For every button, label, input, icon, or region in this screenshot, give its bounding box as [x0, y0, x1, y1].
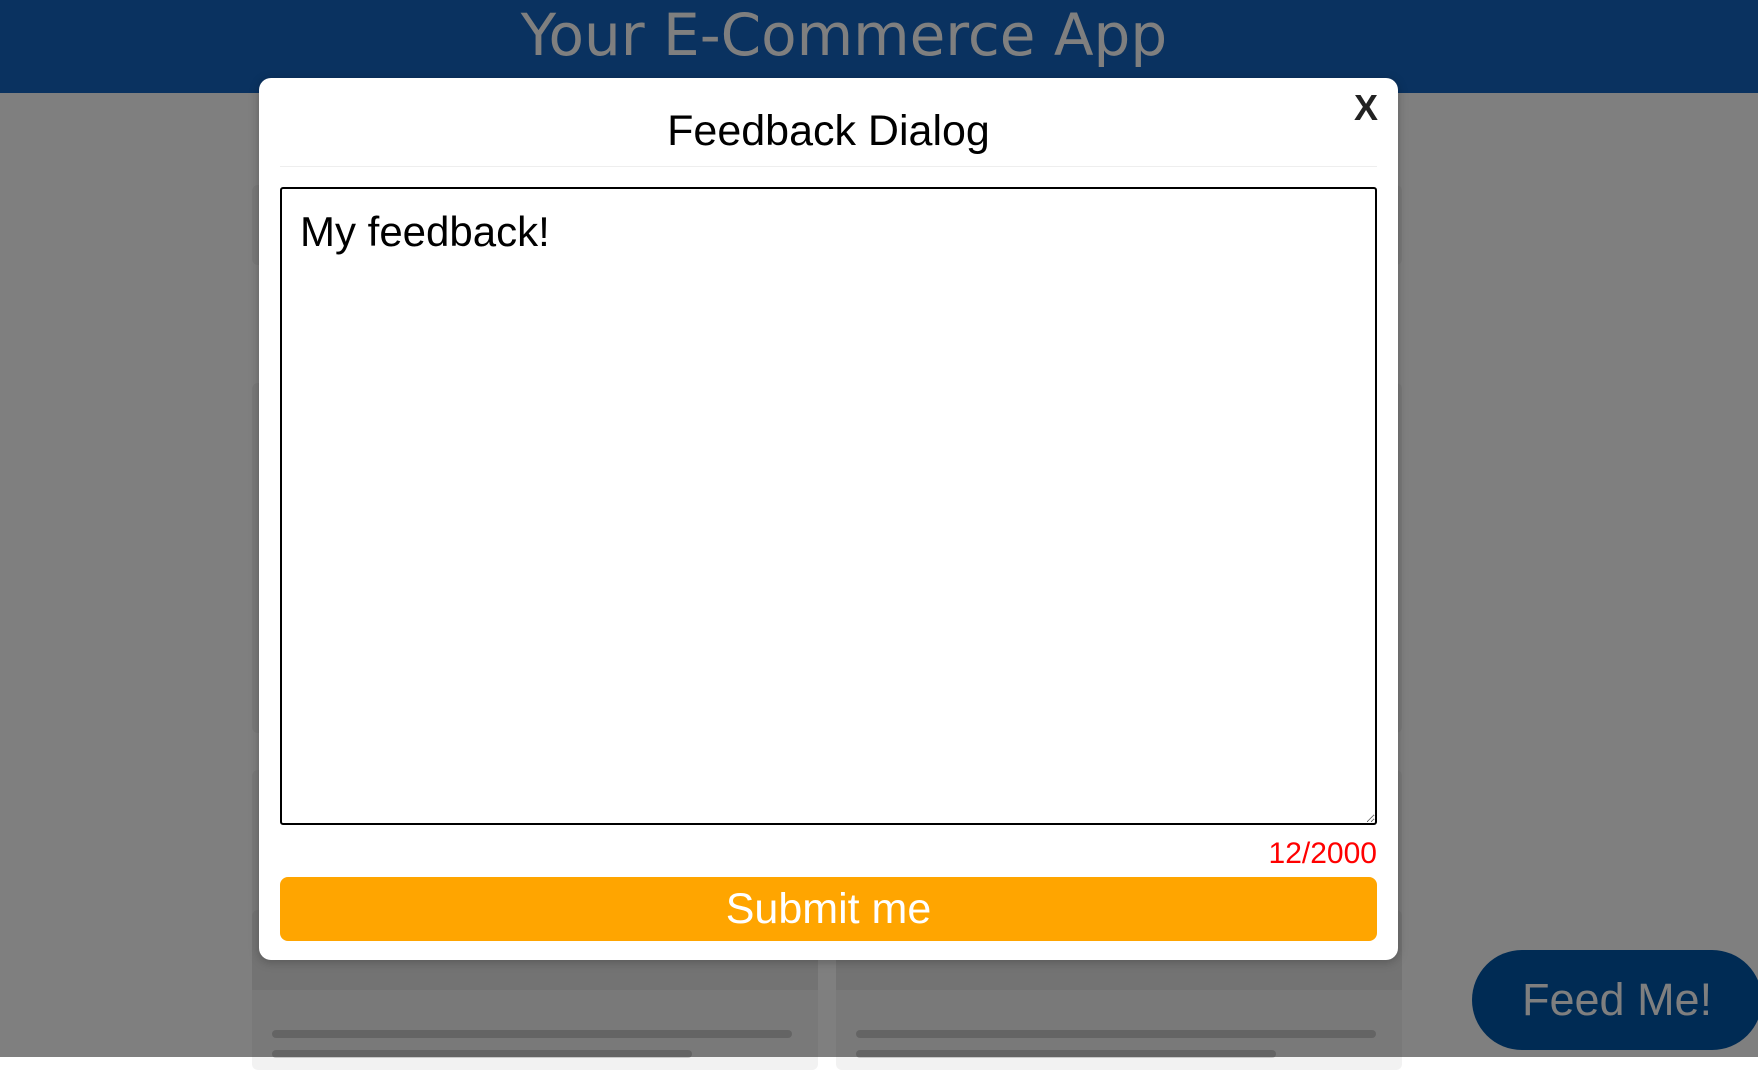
feedback-textarea[interactable] [280, 187, 1377, 825]
dialog-header: Feedback Dialog [280, 78, 1377, 167]
character-counter: 12/2000 [1268, 837, 1377, 870]
submit-button[interactable]: Submit me [280, 877, 1377, 941]
feedback-dialog: Feedback Dialog X 12/2000 Submit me [259, 78, 1398, 960]
close-button[interactable]: X [1348, 86, 1384, 130]
dialog-title: Feedback Dialog [667, 107, 990, 155]
